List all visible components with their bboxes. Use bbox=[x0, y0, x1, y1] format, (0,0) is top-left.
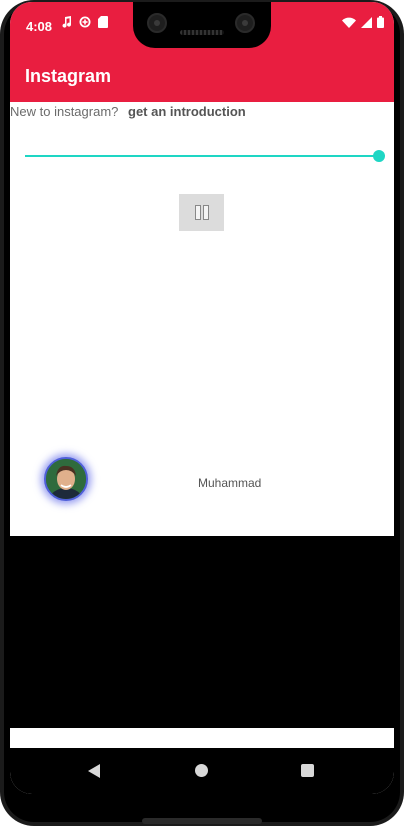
pause-icon bbox=[194, 205, 209, 220]
get-introduction-link[interactable]: get an introduction bbox=[128, 104, 246, 119]
status-system-icons bbox=[342, 16, 384, 28]
earpiece-speaker bbox=[180, 30, 224, 35]
sd-card-icon bbox=[98, 16, 108, 28]
camera-notch bbox=[133, 2, 271, 48]
slider-thumb[interactable] bbox=[373, 150, 385, 162]
video-area bbox=[10, 536, 394, 728]
screen: 4:08 Instagram New to instagram? get an … bbox=[10, 2, 394, 794]
wifi-icon bbox=[342, 17, 356, 28]
signal-icon bbox=[361, 16, 372, 28]
recents-icon[interactable] bbox=[301, 764, 314, 777]
username-label: Muhammad bbox=[198, 476, 262, 490]
intro-question: New to instagram? bbox=[10, 104, 119, 119]
status-notification-icons bbox=[62, 16, 108, 28]
avatar[interactable] bbox=[44, 457, 88, 501]
device-chin-bar bbox=[142, 818, 262, 824]
front-camera-icon bbox=[235, 13, 255, 33]
device-frame: 4:08 Instagram New to instagram? get an … bbox=[0, 0, 404, 826]
back-icon[interactable] bbox=[88, 764, 100, 778]
slider-track bbox=[25, 155, 379, 157]
data-saver-icon bbox=[79, 16, 91, 28]
music-note-icon bbox=[62, 16, 72, 28]
battery-icon bbox=[377, 16, 384, 28]
playback-progress-slider[interactable] bbox=[25, 149, 385, 163]
status-time: 4:08 bbox=[26, 19, 53, 34]
app-header: 4:08 Instagram bbox=[10, 2, 394, 102]
profile-photo-icon bbox=[46, 459, 86, 499]
pause-button[interactable] bbox=[179, 194, 224, 231]
home-icon[interactable] bbox=[195, 764, 208, 777]
system-nav-bar bbox=[10, 748, 394, 794]
app-title: Instagram bbox=[25, 66, 112, 86]
intro-row: New to instagram? get an introduction bbox=[10, 104, 246, 119]
front-camera-icon bbox=[147, 13, 167, 33]
